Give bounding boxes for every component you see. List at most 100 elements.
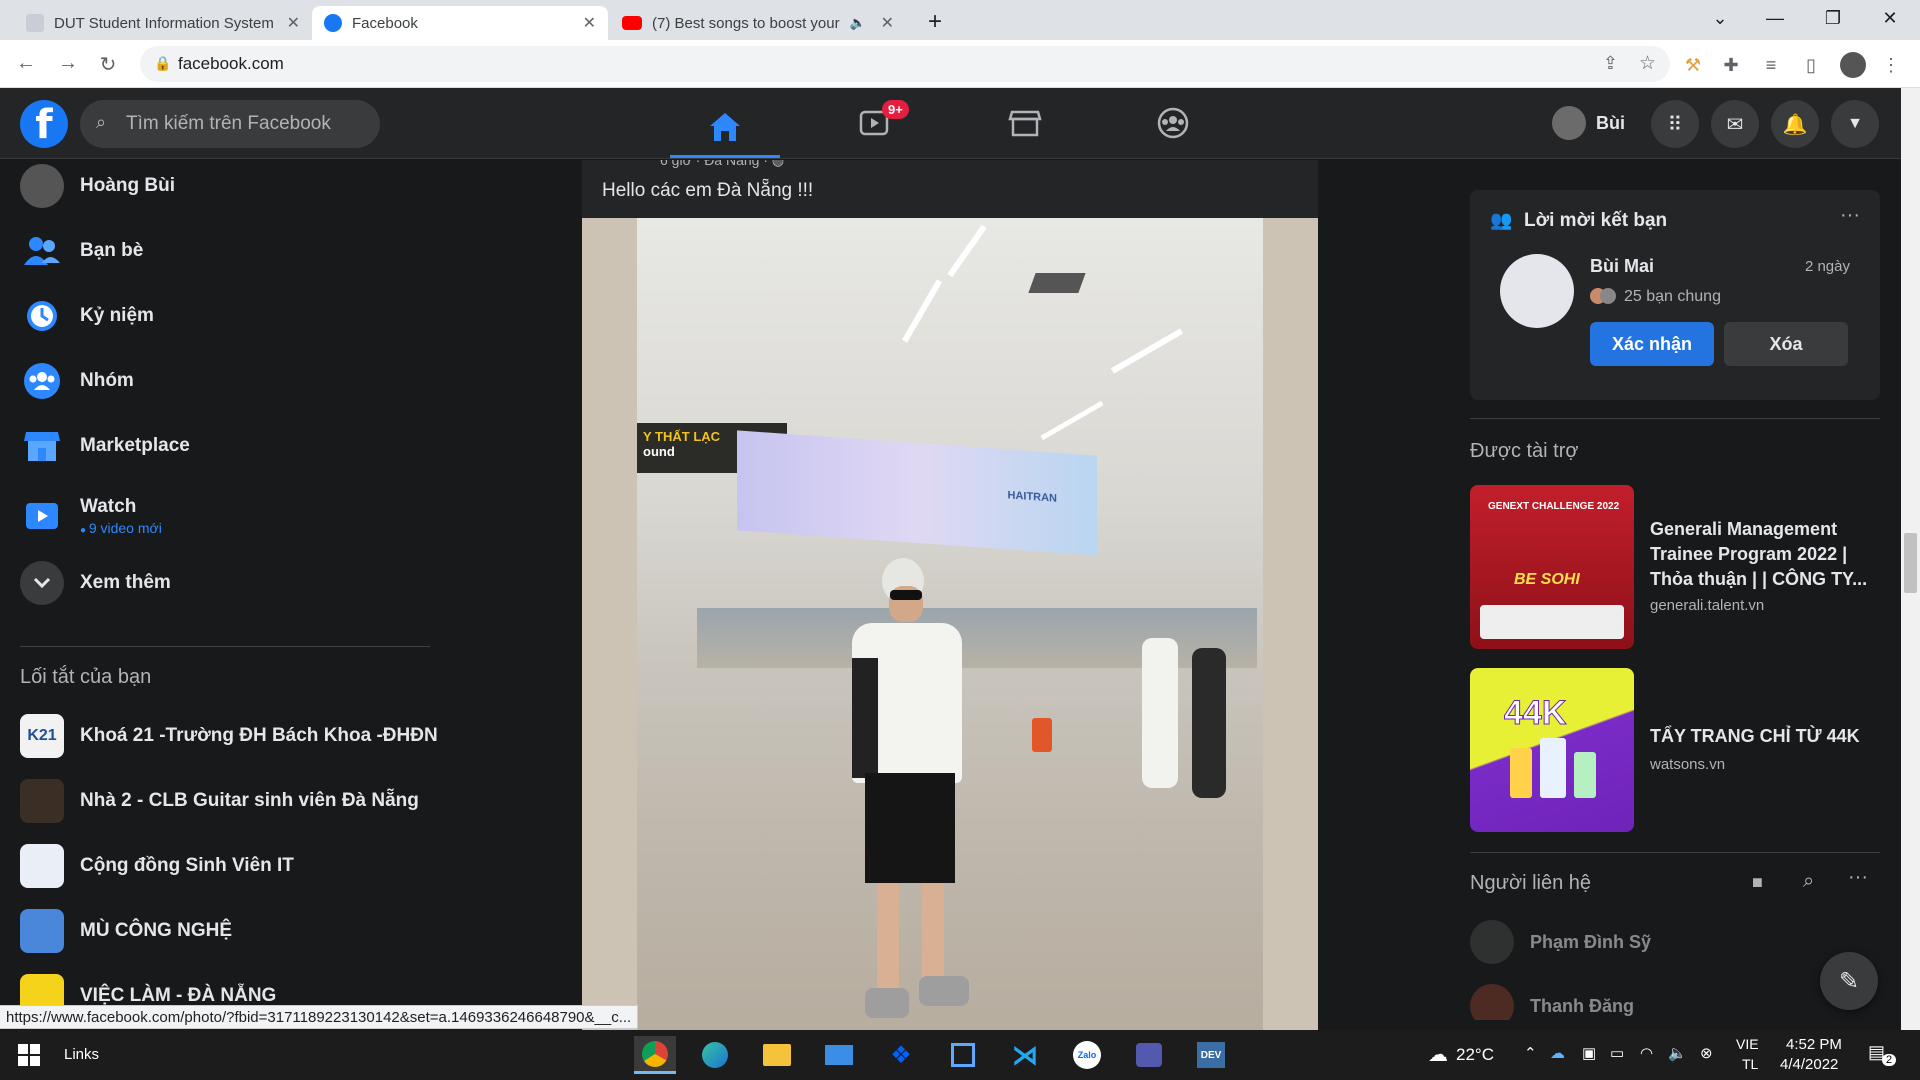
share-icon[interactable]: ⇪	[1603, 53, 1618, 74]
maximize-button[interactable]: ❐	[1818, 8, 1848, 29]
shortcut-item[interactable]: Nhà 2 - CLB Guitar sinh viên Đà Nẵng	[20, 775, 419, 827]
menu-kebab-icon[interactable]: ⋮	[1880, 54, 1902, 76]
video-call-icon[interactable]: ■	[1752, 872, 1763, 893]
tab-facebook[interactable]: Facebook ✕	[312, 6, 608, 40]
network-off-icon[interactable]: ⊗	[1700, 1044, 1713, 1062]
tab-groups[interactable]	[1118, 98, 1228, 148]
tab-dut[interactable]: DUT Student Information System ✕	[14, 6, 312, 40]
close-tab-icon[interactable]: ✕	[583, 13, 596, 33]
new-message-button[interactable]: ✎	[1820, 952, 1878, 1010]
contact-item[interactable]: Phạm Đình Sỹ	[1470, 920, 1651, 964]
menu-grid-button[interactable]: ⠿	[1651, 100, 1699, 148]
zalo-icon[interactable]: Zalo	[1066, 1036, 1108, 1074]
sidebar-item-profile[interactable]: Hoàng Bùi	[20, 160, 175, 212]
edge-taskbar-icon[interactable]	[694, 1036, 736, 1074]
vscode-icon[interactable]: ⋊	[1004, 1036, 1046, 1074]
shortcut-item[interactable]: Cộng đồng Sinh Viên IT	[20, 840, 294, 892]
weather-temp[interactable]: 22°C	[1456, 1045, 1494, 1065]
avatar	[20, 164, 64, 208]
new-tab-button[interactable]: +	[920, 8, 950, 36]
shortcuts-title: Lối tắt của bạn	[20, 666, 152, 688]
store-icon[interactable]	[942, 1036, 984, 1074]
messenger-button[interactable]: ✉	[1711, 100, 1759, 148]
media-control-icon[interactable]: ≡	[1760, 54, 1782, 76]
extensions-puzzle-icon[interactable]: ✚	[1720, 54, 1742, 76]
search-icon[interactable]: ⌕	[1803, 870, 1814, 893]
weather-cloud-icon[interactable]: ☁	[1428, 1042, 1448, 1067]
chrome-taskbar-icon[interactable]	[634, 1036, 676, 1074]
more-options-icon[interactable]: ···	[1840, 204, 1860, 227]
notifications-button[interactable]: 🔔	[1771, 100, 1819, 148]
account-menu-button[interactable]: ▼	[1831, 100, 1879, 148]
ad-domain: watsons.vn	[1650, 756, 1726, 773]
minimize-button[interactable]: —	[1760, 8, 1790, 29]
file-explorer-icon[interactable]	[756, 1036, 798, 1074]
close-tab-icon[interactable]: ✕	[287, 13, 300, 33]
wifi-icon[interactable]: ◠	[1640, 1044, 1653, 1062]
tab-watch[interactable]: 9+	[820, 98, 930, 148]
tab-search-icon[interactable]: ⌄	[1705, 8, 1735, 29]
post-photo[interactable]: Y THẤT LẠCound ➔ HAITRAN	[582, 218, 1318, 1030]
dropbox-icon[interactable]: ❖	[880, 1036, 922, 1074]
ad-item[interactable]: 44K TẨY TRANG CHỈ TỪ 44K watsons.vn	[1470, 668, 1880, 833]
forward-button[interactable]: →	[54, 52, 82, 75]
sidebar-item-groups[interactable]: Nhóm	[20, 355, 134, 407]
devcpp-icon[interactable]: DEV	[1190, 1036, 1232, 1074]
contact-item[interactable]: Thanh Đăng	[1470, 984, 1634, 1020]
star-icon[interactable]: ☆	[1639, 52, 1656, 75]
extension-hammer-icon[interactable]: ⚒	[1682, 54, 1704, 76]
ad-title: TẨY TRANG CHỈ TỪ 44K	[1650, 726, 1860, 746]
right-sidebar: 👥 Lời mời kết bạn ··· Bùi Mai 2 ngày 25 …	[1470, 160, 1880, 1020]
close-window-button[interactable]: ✕	[1875, 8, 1905, 29]
ceiling-light	[947, 224, 987, 278]
confirm-button[interactable]: Xác nhận	[1590, 322, 1714, 366]
battery-icon[interactable]: ▭	[1610, 1044, 1624, 1062]
ad-item[interactable]: GENEXT CHALLENGE 2022 BE SOHI Generali M…	[1470, 485, 1880, 650]
links-toolbar[interactable]: Links	[64, 1046, 99, 1063]
side-panel-icon[interactable]: ▯	[1800, 54, 1822, 76]
sidebar-item-watch[interactable]: Watch ● 9 video mới	[20, 485, 162, 547]
clock-date[interactable]: 4/4/2022	[1780, 1056, 1838, 1073]
volume-icon[interactable]: 🔈	[1668, 1044, 1687, 1062]
shortcut-item[interactable]: MÙ CÔNG NGHỆ	[20, 905, 232, 957]
profile-chip[interactable]: Bùi	[1552, 106, 1625, 140]
tray-chevron-icon[interactable]: ⌃	[1524, 1044, 1537, 1062]
input-method[interactable]: TL	[1742, 1056, 1758, 1072]
profile-avatar-icon[interactable]	[1840, 52, 1866, 78]
ad-image: GENEXT CHALLENGE 2022 BE SOHI	[1470, 485, 1634, 649]
address-bar[interactable]: 🔒 facebook.com ⇪ ☆	[140, 46, 1670, 82]
teams-icon[interactable]	[1128, 1036, 1170, 1074]
sidebar-see-more[interactable]: Xem thêm	[20, 557, 171, 609]
page-scrollbar[interactable]	[1901, 88, 1920, 1030]
delete-button[interactable]: Xóa	[1724, 322, 1848, 366]
facebook-logo-icon[interactable]: f	[20, 100, 68, 148]
request-avatar[interactable]	[1500, 254, 1574, 328]
windows-taskbar: Links ❖ ⋊ Zalo DEV ☁ 22°C ⌃ ☁ ▣ ▭ ◠ 🔈 ⊗ …	[0, 1030, 1920, 1080]
sidebar-item-marketplace[interactable]: Marketplace	[20, 420, 190, 472]
windows-start-icon[interactable]	[8, 1036, 50, 1074]
search-input[interactable]: ⌕ Tìm kiếm trên Facebook	[80, 100, 380, 148]
speaker-icon[interactable]: 🔈	[850, 15, 866, 31]
tab-youtube[interactable]: (7) Best songs to boost your 🔈 ✕	[610, 6, 906, 40]
tab-title: Facebook	[352, 14, 418, 32]
sidebar-item-friends[interactable]: Bạn bè	[20, 225, 143, 277]
onedrive-icon[interactable]: ☁	[1550, 1044, 1565, 1062]
scrollbar-thumb[interactable]	[1904, 533, 1917, 593]
request-name[interactable]: Bùi Mai	[1590, 256, 1654, 277]
ceiling-light	[1040, 400, 1104, 441]
mail-icon[interactable]	[818, 1036, 860, 1074]
more-options-icon[interactable]: ···	[1848, 866, 1868, 889]
shortcut-item[interactable]: K21 Khoá 21 -Trường ĐH Bách Khoa -ĐHĐN	[20, 710, 438, 762]
ad-screen: HAITRAN	[737, 430, 1097, 556]
sidebar-item-memories[interactable]: Kỷ niệm	[20, 290, 154, 342]
facebook-header: f ⌕ Tìm kiếm trên Facebook 9+ Bùi ⠿ ✉ 🔔 …	[0, 88, 1920, 159]
clock-time[interactable]: 4:52 PM	[1786, 1036, 1842, 1053]
reload-button[interactable]: ↻	[94, 52, 122, 77]
back-button[interactable]: ←	[12, 52, 40, 75]
input-language[interactable]: VIE	[1736, 1036, 1759, 1052]
close-tab-icon[interactable]: ✕	[881, 13, 894, 33]
browser-toolbar: ← → ↻ 🔒 facebook.com ⇪ ☆ ⚒ ✚ ≡ ▯ ⋮	[0, 40, 1920, 88]
tab-marketplace[interactable]	[970, 98, 1080, 148]
device-icon[interactable]: ▣	[1582, 1044, 1596, 1062]
tab-home[interactable]	[670, 98, 780, 158]
